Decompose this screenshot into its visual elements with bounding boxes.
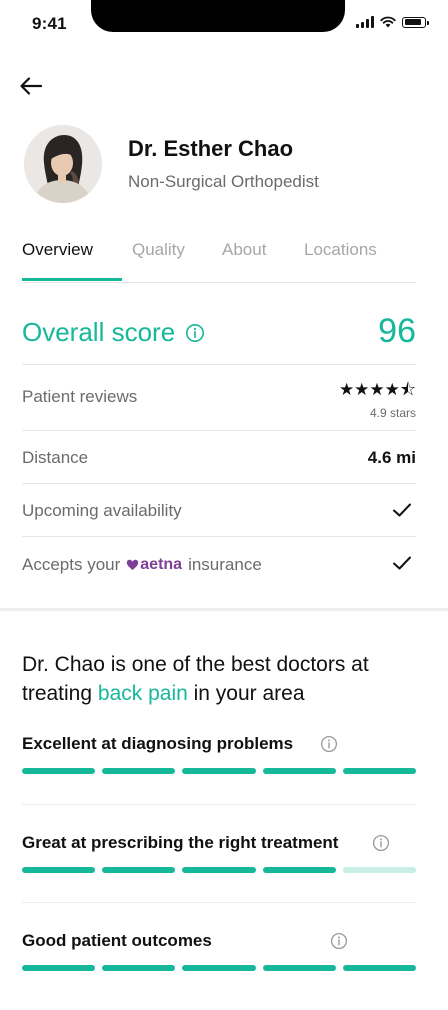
rating-segment-filled <box>262 965 336 971</box>
rating-segment-filled <box>182 867 256 873</box>
active-tab-indicator <box>22 278 122 281</box>
metric-divider <box>22 804 416 805</box>
insurance-label-before: Accepts your <box>22 555 121 574</box>
rating-segment-filled <box>102 768 176 774</box>
rating-segment-filled <box>22 768 96 774</box>
tab-overview[interactable]: Overview <box>22 240 93 260</box>
rating-caption: 4.9 stars <box>369 406 416 420</box>
insurance-label-after: insurance <box>188 555 262 574</box>
aetna-wordmark: aetna <box>140 556 183 573</box>
distance-value: 4.6 mi <box>367 448 416 467</box>
metric-divider <box>22 902 416 903</box>
wifi-icon <box>380 16 396 28</box>
heart-icon <box>127 559 139 570</box>
rating-segment-empty <box>342 867 417 873</box>
status-icons <box>356 16 429 28</box>
overall-score-value: 96 <box>378 312 416 350</box>
rating-segment-filled <box>102 965 176 971</box>
metric-outcomes: Good patient outcomes <box>22 931 417 981</box>
distance-row: Distance 4.6 mi <box>22 430 416 484</box>
section-divider <box>0 608 448 611</box>
patient-reviews-row: Patient reviews ★★★★⯪ 4.9 stars <box>22 364 416 431</box>
overall-score-label: Overall score <box>22 317 176 347</box>
metric-rating-bar <box>22 965 417 971</box>
metric-label: Great at prescribing the right treatment <box>22 833 339 852</box>
doctor-specialty: Non-Surgical Orthopedist <box>128 172 319 191</box>
back-arrow-icon <box>20 77 43 95</box>
overall-score-heading: Overall score <box>22 317 205 348</box>
rating-segment-filled <box>22 965 96 971</box>
condition-link[interactable]: back pain <box>98 682 188 705</box>
rating-segment-filled <box>22 867 96 873</box>
metric-rating-bar <box>22 867 417 873</box>
info-icon[interactable] <box>330 932 348 950</box>
star-rating-icon: ★★★★⯪ <box>338 380 416 399</box>
battery-icon <box>402 16 429 28</box>
tab-quality[interactable]: Quality <box>132 240 185 260</box>
avatar <box>24 125 102 203</box>
info-icon[interactable] <box>185 323 205 343</box>
availability-label: Upcoming availability <box>22 501 182 520</box>
rating-segment-filled <box>182 965 256 971</box>
rating-segment-filled <box>342 768 417 774</box>
tab-locations[interactable]: Locations <box>304 240 377 260</box>
rating-segment-filled <box>342 965 417 971</box>
metric-diagnosing: Excellent at diagnosing problems <box>22 734 417 784</box>
metric-rating-bar <box>22 768 417 774</box>
status-bar: 9:41 <box>0 0 448 50</box>
best-doctor-headline: Dr. Chao is one of the best doctors at t… <box>22 650 422 708</box>
checkmark-icon <box>393 556 411 570</box>
patient-reviews-label: Patient reviews <box>22 387 138 406</box>
metric-treatment: Great at prescribing the right treatment <box>22 833 417 883</box>
rating-segment-filled <box>262 867 336 873</box>
rating: ★★★★⯪ 4.9 stars <box>339 377 416 420</box>
insurance-label: Accepts your aetna insurance <box>22 555 262 575</box>
rating-segment-filled <box>102 867 176 873</box>
info-icon[interactable] <box>320 735 338 753</box>
headline-suffix: in your area <box>187 682 305 705</box>
checkmark-icon <box>393 503 411 517</box>
back-button[interactable] <box>16 72 46 100</box>
tab-about[interactable]: About <box>222 240 266 260</box>
metric-label: Good patient outcomes <box>22 931 212 950</box>
tab-bar: Overview Quality About Locations <box>22 230 416 283</box>
metric-label: Excellent at diagnosing problems <box>22 734 294 753</box>
rating-segment-filled <box>182 768 256 774</box>
distance-label: Distance <box>22 448 89 467</box>
doctor-name: Dr. Esther Chao <box>128 136 294 161</box>
availability-row: Upcoming availability <box>22 483 416 537</box>
notch <box>91 0 345 32</box>
rating-segment-filled <box>262 768 336 774</box>
status-time: 9:41 <box>32 14 67 33</box>
insurance-row: Accepts your aetna insurance <box>22 536 416 593</box>
signal-icon <box>356 16 374 28</box>
aetna-logo: aetna <box>126 556 182 574</box>
info-icon[interactable] <box>372 834 390 852</box>
